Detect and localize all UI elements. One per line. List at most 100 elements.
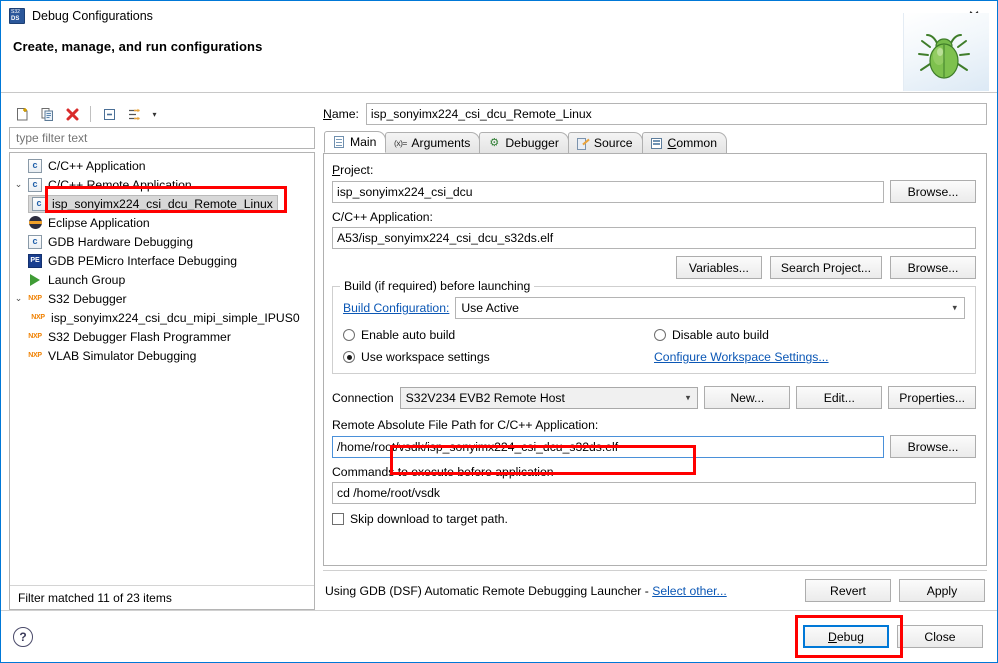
help-icon[interactable]: ? [13, 626, 33, 647]
tab-arguments[interactable]: (x)= Arguments [385, 132, 481, 153]
tree-item-s32-debugger-flash-programmer[interactable]: NXP S32 Debugger Flash Programmer [10, 327, 314, 346]
tab-main[interactable]: Main [324, 131, 387, 153]
commands-row [332, 482, 976, 504]
radio-disable-auto-build[interactable]: Disable auto build [654, 328, 965, 342]
tree-item-launch-group[interactable]: Launch Group [10, 270, 314, 289]
copy-icon[interactable] [36, 103, 58, 125]
remote-path-browse-button[interactable]: Browse... [890, 435, 976, 458]
twisty-expanded[interactable]: ⌄ [10, 179, 27, 190]
launch-group-icon [27, 272, 43, 288]
eclipse-icon [27, 215, 43, 231]
radio-indicator [654, 329, 666, 341]
c-app-icon: c [27, 234, 43, 250]
tree-item-label: C/C++ Application [48, 158, 146, 173]
title-bar: Debug Configurations ✕ [1, 1, 997, 31]
name-row: Name: [323, 101, 987, 127]
debug-button[interactable]: Debug [803, 625, 889, 648]
tab-label: Main [350, 135, 377, 149]
application-buttons-row: Variables... Search Project... Browse... [332, 256, 976, 279]
connection-properties-button[interactable]: Properties... [888, 386, 976, 409]
application-input[interactable] [332, 227, 976, 249]
connection-edit-button[interactable]: Edit... [796, 386, 883, 409]
filter-input[interactable] [9, 127, 315, 149]
apply-button[interactable]: Apply [899, 579, 985, 602]
tree-item-c-cpp-remote-application[interactable]: ⌄ c C/C++ Remote Application [10, 175, 314, 194]
variables-button[interactable]: Variables... [675, 256, 762, 279]
tree-item-gdb-pemicro-interface-debugging[interactable]: PE GDB PEMicro Interface Debugging [10, 251, 314, 270]
application-label: C/C++ Application: [332, 210, 433, 224]
checkbox-indicator [332, 513, 344, 525]
build-configuration-link[interactable]: Build Configuration: [343, 301, 449, 315]
radio-label: Disable auto build [672, 328, 769, 342]
nxp-icon: NXP [28, 352, 42, 359]
debug-configurations-dialog: Debug Configurations ✕ Create, manage, a… [0, 0, 998, 663]
connection-combo[interactable]: S32V234 EVB2 Remote Host ▾ [399, 386, 699, 409]
new-document-icon[interactable] [11, 103, 33, 125]
application-browse-button[interactable]: Browse... [890, 256, 976, 279]
configuration-editor-panel: Name: Main (x)= Arguments ⚙ Debugger [323, 101, 987, 610]
name-label: Name: [323, 107, 359, 121]
tree-item-c-cpp-application[interactable]: c C/C++ Application [10, 156, 314, 175]
tree-item-eclipse-application[interactable]: Eclipse Application [10, 213, 314, 232]
arguments-icon: (x)= [393, 138, 407, 148]
banner-artwork [903, 13, 989, 91]
document-icon [332, 135, 346, 149]
twisty-expanded[interactable]: ⌄ [10, 293, 27, 304]
tree-item-s32-debugger[interactable]: ⌄ NXP S32 Debugger [10, 289, 314, 308]
delete-red-x-icon[interactable] [61, 103, 83, 125]
configurations-tree: c C/C++ Application ⌄ c C/C++ Remote App… [9, 152, 315, 610]
chevron-down-icon: ▾ [685, 392, 691, 402]
select-other-link[interactable]: Select other... [652, 584, 727, 598]
radio-indicator [343, 329, 355, 341]
connection-new-button[interactable]: New... [704, 386, 791, 409]
tree-item-label: Launch Group [48, 272, 126, 287]
name-input[interactable] [365, 103, 987, 125]
revert-button[interactable]: Revert [805, 579, 891, 602]
project-input[interactable] [332, 180, 884, 203]
tree-item-label: S32 Debugger [48, 291, 127, 306]
skip-download-label: Skip download to target path. [350, 512, 508, 526]
project-label: Project: [332, 163, 374, 177]
tab-label: Source [593, 136, 633, 150]
connection-row: Connection S32V234 EVB2 Remote Host ▾ Ne… [332, 386, 976, 409]
tab-common[interactable]: Common [641, 132, 727, 153]
nxp-icon: NXP [31, 314, 45, 321]
commands-input[interactable] [332, 482, 976, 504]
tree-item-label: isp_sonyimx224_csi_dcu_mipi_simple_IPUS0 [51, 310, 300, 325]
c-app-icon: c [31, 196, 47, 212]
tab-source[interactable]: Source [567, 132, 643, 153]
tab-debugger[interactable]: ⚙ Debugger [479, 132, 569, 153]
build-configuration-combo[interactable]: Use Active ▾ [455, 297, 965, 319]
radio-use-workspace-settings[interactable]: Use workspace settings [343, 350, 654, 364]
tree-item-vlab-simulator-debugging[interactable]: NXP VLAB Simulator Debugging [10, 346, 314, 365]
remote-path-row: Browse... [332, 435, 976, 458]
tree-item-isp-sonyimx224-remote-linux[interactable]: c isp_sonyimx224_csi_dcu_Remote_Linux [10, 194, 314, 213]
project-browse-button[interactable]: Browse... [890, 180, 976, 203]
s32ds-icon [9, 8, 25, 24]
commands-label: Commands to execute before application [332, 465, 554, 479]
dialog-body: ▾ c C/C++ Application ⌄ c [1, 93, 997, 610]
tree-item-label: C/C++ Remote Application [48, 177, 192, 192]
tree-item-label: VLAB Simulator Debugging [48, 348, 197, 363]
tree-scroll-area[interactable]: c C/C++ Application ⌄ c C/C++ Remote App… [10, 153, 314, 585]
skip-download-checkbox[interactable]: Skip download to target path. [332, 512, 976, 526]
configurations-panel: ▾ c C/C++ Application ⌄ c [9, 101, 315, 610]
radio-enable-auto-build[interactable]: Enable auto build [343, 328, 654, 342]
filter-icon[interactable] [123, 103, 145, 125]
launcher-bar: Using GDB (DSF) Automatic Remote Debuggi… [323, 570, 987, 610]
tab-strip: Main (x)= Arguments ⚙ Debugger Source Co… [323, 131, 987, 154]
tab-label: Common [667, 136, 717, 150]
tree-item-label: GDB PEMicro Interface Debugging [48, 253, 237, 268]
chevron-down-icon[interactable]: ▾ [148, 103, 161, 125]
search-project-button[interactable]: Search Project... [769, 256, 882, 279]
remote-path-input[interactable] [332, 435, 884, 458]
collapse-all-icon[interactable] [98, 103, 120, 125]
configure-workspace-settings-link[interactable]: Configure Workspace Settings... [654, 350, 965, 364]
main-tab-body: Project: Browse... C/C++ Application: Va… [323, 154, 987, 566]
close-button[interactable]: Close [897, 625, 983, 648]
tree-item-isp-sonyimx224-mipi-simple[interactable]: NXP isp_sonyimx224_csi_dcu_mipi_simple_I… [10, 308, 314, 327]
window-title: Debug Configurations [32, 9, 153, 23]
dialog-banner: Create, manage, and run configurations [1, 13, 997, 93]
tree-item-gdb-hardware-debugging[interactable]: c GDB Hardware Debugging [10, 232, 314, 251]
build-group-title: Build (if required) before launching [340, 279, 535, 293]
